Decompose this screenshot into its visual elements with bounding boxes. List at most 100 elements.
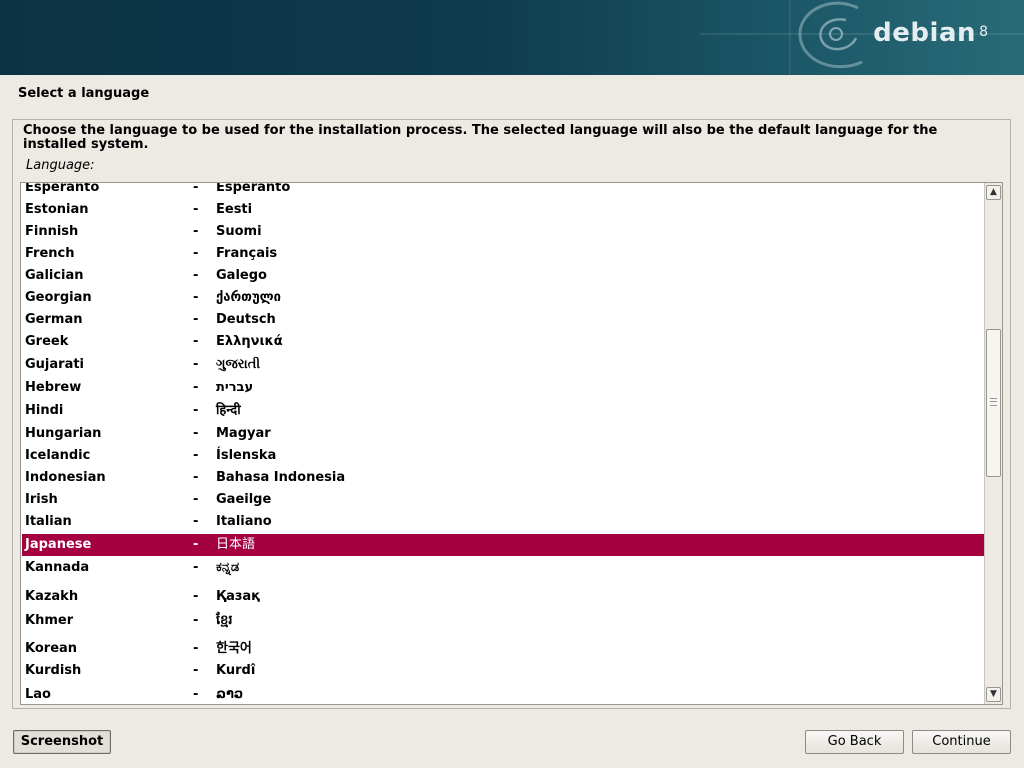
language-native-name: Eesti [216, 202, 253, 217]
language-name: Khmer [25, 613, 74, 628]
language-name: Japanese [25, 537, 92, 552]
language-name: Hebrew [25, 380, 82, 395]
language-separator: - [193, 268, 199, 283]
language-option-japanese[interactable]: Japanese - 日本語 [22, 534, 986, 556]
language-option-gujarati[interactable]: Gujarati - ગુજરાતી [22, 354, 986, 376]
language-native-name: ગુજરાતી [216, 357, 261, 372]
language-panel: Choose the language to be used for the i… [12, 119, 1011, 709]
go-back-button[interactable]: Go Back [805, 730, 904, 754]
language-separator: - [193, 589, 199, 604]
grip-icon [990, 398, 997, 406]
language-name: Hindi [25, 403, 64, 418]
language-name: Greek [25, 334, 69, 349]
language-option-khmer[interactable]: Khmer - ខ្មែរ [22, 610, 986, 632]
language-option-galician[interactable]: Galician - Galego [22, 265, 986, 287]
installer-banner: debian 8 [0, 0, 1024, 75]
language-option-indonesian[interactable]: Indonesian - Bahasa Indonesia [22, 467, 986, 489]
language-option-greek[interactable]: Greek - Ελληνικά [22, 331, 986, 353]
language-name: Kannada [25, 560, 90, 575]
language-separator: - [193, 224, 199, 239]
language-native-name: Gaeilge [216, 492, 272, 507]
language-list[interactable]: Esperanto - Esperanto Estonian - Eesti Finnish… [20, 182, 1003, 705]
language-name: Lao [25, 687, 51, 702]
language-separator: - [193, 246, 199, 261]
language-name: German [25, 312, 83, 327]
list-scrollbar[interactable]: ▲ ▼ [984, 183, 1002, 704]
language-native-name: Esperanto [216, 182, 291, 195]
language-name: Hungarian [25, 426, 102, 441]
language-option-esperanto[interactable]: Esperanto - Esperanto [22, 182, 986, 199]
language-native-name: Galego [216, 268, 267, 283]
language-option-icelandic[interactable]: Icelandic - Íslenska [22, 445, 986, 467]
language-native-name: Suomi [216, 224, 262, 239]
language-native-name: ಕನ್ನಡ [216, 560, 240, 575]
language-option-kazakh[interactable]: Kazakh - Қазақ [22, 586, 986, 608]
language-native-name: Қазақ [216, 589, 260, 604]
language-separator: - [193, 641, 199, 656]
continue-button[interactable]: Continue [912, 730, 1011, 754]
language-option-hindi[interactable]: Hindi - हिन्दी [22, 400, 986, 422]
language-separator: - [193, 448, 199, 463]
language-option-lao[interactable]: Lao - ລາວ [22, 684, 986, 704]
language-separator: - [193, 663, 199, 678]
language-option-kannada[interactable]: Kannada - ಕನ್ನಡ [22, 557, 986, 579]
language-native-name: עברית [216, 380, 254, 395]
language-separator: - [193, 182, 199, 195]
brand-version: 8 [979, 24, 988, 40]
language-name: Esperanto [25, 182, 100, 195]
language-name: Finnish [25, 224, 79, 239]
language-name: Irish [25, 492, 58, 507]
language-option-italian[interactable]: Italian - Italiano [22, 511, 986, 533]
page-title: Select a language [18, 86, 150, 101]
language-name: Gujarati [25, 357, 85, 372]
arrow-down-icon[interactable]: ▼ [986, 687, 1001, 702]
language-separator: - [193, 202, 199, 217]
language-separator: - [193, 334, 199, 349]
language-native-name: ქართული [216, 290, 281, 305]
language-name: Indonesian [25, 470, 106, 485]
language-separator: - [193, 426, 199, 441]
language-native-name: ខ្មែរ [216, 613, 233, 628]
arrow-up-icon[interactable]: ▲ [986, 185, 1001, 200]
language-option-hungarian[interactable]: Hungarian - Magyar [22, 423, 986, 445]
language-name: Kurdish [25, 663, 82, 678]
language-separator: - [193, 380, 199, 395]
language-native-name: Íslenska [216, 448, 277, 463]
language-native-name: Magyar [216, 426, 271, 441]
language-name: Korean [25, 641, 78, 656]
screenshot-button[interactable]: Screenshot [13, 730, 111, 754]
language-native-name: Kurdî [216, 663, 256, 678]
brand-name: debian [873, 18, 976, 48]
language-option-finnish[interactable]: Finnish - Suomi [22, 221, 986, 243]
language-native-name: हिन्दी [216, 403, 241, 418]
language-separator: - [193, 560, 199, 575]
language-native-name: Ελληνικά [216, 334, 283, 349]
language-name: Estonian [25, 202, 89, 217]
language-option-korean[interactable]: Korean - 한국어 [22, 638, 986, 660]
language-separator: - [193, 357, 199, 372]
language-separator: - [193, 613, 199, 628]
language-option-estonian[interactable]: Estonian - Eesti [22, 199, 986, 221]
language-separator: - [193, 687, 199, 702]
language-option-german[interactable]: German - Deutsch [22, 309, 986, 331]
language-option-georgian[interactable]: Georgian - ქართული [22, 287, 986, 309]
instructions-text: Choose the language to be used for the i… [23, 123, 938, 152]
debian-swirl-logo [700, 0, 1024, 75]
language-separator: - [193, 470, 199, 485]
language-native-name: Deutsch [216, 312, 276, 327]
language-option-hebrew[interactable]: Hebrew - עברית [22, 377, 986, 399]
language-field-label: Language: [26, 158, 95, 173]
language-native-name: ລາວ [216, 687, 244, 702]
language-name: Georgian [25, 290, 92, 305]
scrollbar-thumb[interactable] [986, 329, 1001, 477]
language-separator: - [193, 403, 199, 418]
language-option-kurdish[interactable]: Kurdish - Kurdî [22, 660, 986, 682]
language-option-irish[interactable]: Irish - Gaeilge [22, 489, 986, 511]
language-name: Galician [25, 268, 84, 283]
language-native-name: 한국어 [216, 641, 252, 656]
language-native-name: Bahasa Indonesia [216, 470, 346, 485]
language-name: French [25, 246, 75, 261]
language-name: Italian [25, 514, 72, 529]
language-option-french[interactable]: French - Français [22, 243, 986, 265]
language-native-name: Français [216, 246, 278, 261]
